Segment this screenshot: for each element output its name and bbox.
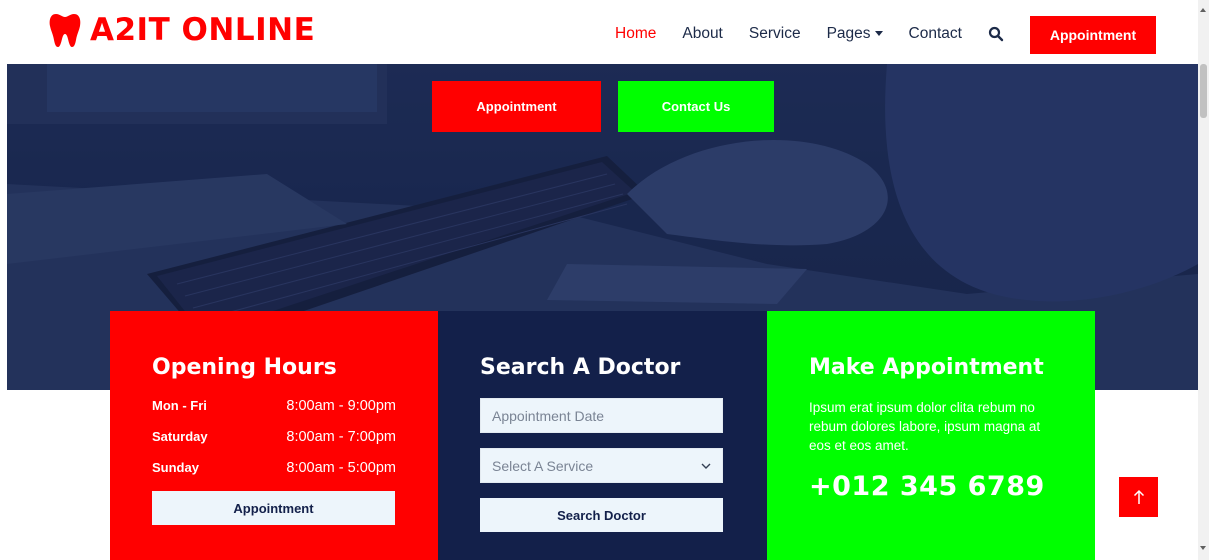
phone-number[interactable]: +012 345 6789 (809, 471, 1053, 502)
appointment-date-input[interactable]: Appointment Date (480, 398, 723, 433)
arrow-up-icon (1133, 489, 1144, 504)
page-scrollbar[interactable] (1198, 0, 1209, 560)
hours-time: 8:00am - 7:00pm (286, 429, 396, 445)
nav-item-service[interactable]: Service (749, 25, 801, 43)
make-appointment-description: Ipsum erat ipsum dolor clita rebum no re… (809, 400, 1041, 453)
scroll-down-arrow-icon[interactable] (1200, 546, 1206, 550)
tooth-icon (49, 14, 81, 47)
search-doctor-button[interactable]: Search Doctor (480, 498, 723, 532)
scroll-thumb[interactable] (1200, 64, 1207, 118)
appointment-date-placeholder: Appointment Date (492, 407, 605, 424)
opening-hours-appointment-button[interactable]: Appointment (152, 491, 395, 525)
search-doctor-card: Search A Doctor Appointment Date Select … (438, 311, 767, 560)
nav-item-pages-label: Pages (826, 25, 871, 42)
navbar: A2IT ONLINE Home About Service Pages Con… (0, 0, 1198, 64)
chevron-down-icon (701, 463, 711, 469)
opening-hours-title: Opening Hours (152, 355, 337, 380)
search-doctor-title: Search A Doctor (480, 355, 681, 380)
make-appointment-card: Make Appointment Ipsum erat ipsum dolor … (767, 311, 1095, 560)
brand-name: A2IT ONLINE (90, 12, 316, 48)
appointment-button[interactable]: Appointment (1030, 16, 1156, 54)
hours-day: Saturday (152, 429, 208, 444)
nav-item-home[interactable]: Home (615, 25, 656, 43)
scroll-up-arrow-icon[interactable] (1200, 8, 1206, 12)
hours-time: 8:00am - 9:00pm (286, 398, 396, 414)
nav-item-pages[interactable]: Pages (827, 25, 883, 43)
hours-row: Mon - Fri 8:00am - 9:00pm (152, 398, 396, 414)
nav-item-about[interactable]: About (682, 25, 723, 43)
hours-day: Mon - Fri (152, 398, 207, 413)
main-nav: Home About Service Pages Contact (615, 25, 1028, 43)
search-icon[interactable] (988, 26, 1004, 42)
make-appointment-title: Make Appointment (809, 355, 1044, 380)
hours-row: Saturday 8:00am - 7:00pm (152, 429, 396, 445)
hours-time: 8:00am - 5:00pm (286, 460, 396, 476)
back-to-top-button[interactable] (1119, 477, 1158, 517)
nav-item-contact[interactable]: Contact (909, 25, 962, 43)
opening-hours-card: Opening Hours Mon - Fri 8:00am - 9:00pm … (110, 311, 438, 560)
hours-day: Sunday (152, 460, 199, 475)
service-select[interactable]: Select A Service (480, 448, 723, 483)
service-select-value: Select A Service (492, 457, 594, 474)
brand-logo[interactable]: A2IT ONLINE (48, 12, 315, 48)
hero-contact-button[interactable]: Contact Us (618, 81, 774, 132)
hero-appointment-button[interactable]: Appointment (432, 81, 601, 132)
hours-row: Sunday 8:00am - 5:00pm (152, 460, 396, 476)
caret-down-icon (874, 31, 883, 36)
